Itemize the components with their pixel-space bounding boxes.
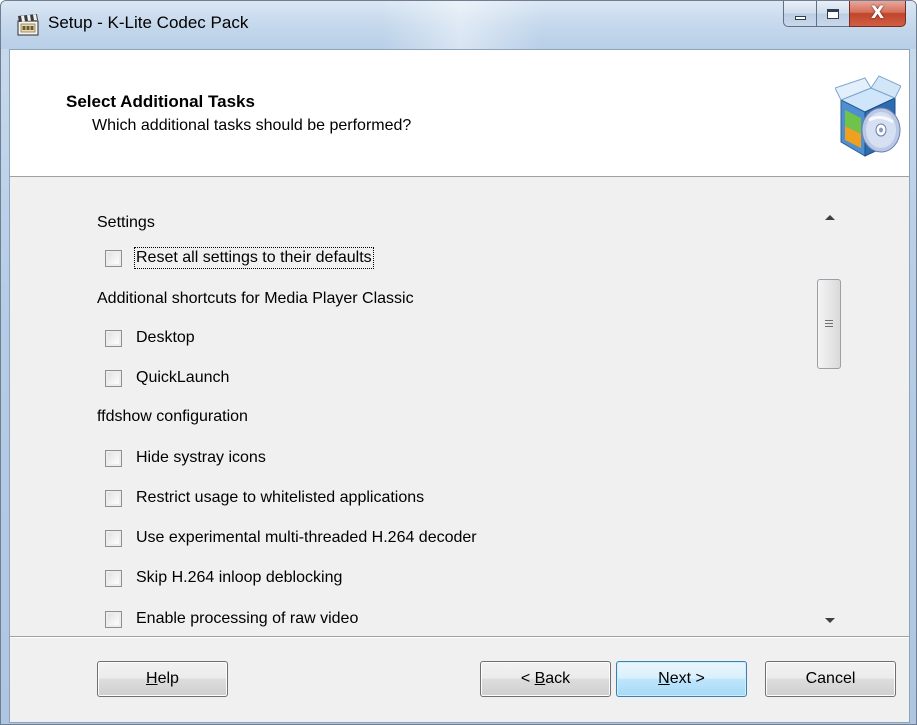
- scroll-up-button[interactable]: [813, 204, 846, 230]
- additional-tasks-list[interactable]: Settings Reset all settings to their def…: [86, 196, 857, 639]
- wizard-header: Select Additional Tasks Which additional…: [10, 50, 909, 177]
- back-label: ack: [545, 670, 571, 687]
- arrow-down-icon: [824, 617, 835, 623]
- task-restrict-whitelist[interactable]: Restrict usage to whitelisted applicatio…: [105, 485, 424, 511]
- minimize-icon: [794, 15, 806, 20]
- installer-box-cd-icon: [835, 75, 901, 157]
- task-label: Reset all settings to their defaults: [134, 247, 374, 269]
- group-label-ffdshow: ffdshow configuration: [97, 408, 248, 425]
- task-label: Hide systray icons: [136, 449, 266, 466]
- next-mnemonic: N: [658, 670, 670, 687]
- maximize-button[interactable]: [816, 1, 849, 27]
- next-label: ext >: [669, 670, 705, 687]
- caption-buttons: X: [783, 1, 906, 27]
- window-title: Setup - K-Lite Codec Pack: [48, 13, 249, 32]
- checkbox-restrict-whitelist[interactable]: [105, 489, 122, 507]
- task-label: Skip H.264 inloop deblocking: [136, 569, 343, 586]
- checkbox-desktop[interactable]: [105, 329, 122, 347]
- close-button[interactable]: X: [849, 1, 906, 27]
- group-label-shortcuts: Additional shortcuts for Media Player Cl…: [97, 290, 414, 307]
- page-subtitle: Which additional tasks should be perform…: [92, 117, 412, 134]
- grip-icon: [825, 319, 833, 329]
- footer-divider: [10, 636, 909, 638]
- cancel-button[interactable]: Cancel: [765, 661, 896, 697]
- checkbox-reset-settings[interactable]: [105, 249, 122, 267]
- help-label: elp: [157, 670, 179, 687]
- minimize-button[interactable]: [783, 1, 816, 27]
- checkbox-hide-systray[interactable]: [105, 449, 122, 467]
- task-label: Enable processing of raw video: [136, 610, 359, 627]
- scroll-down-button[interactable]: [813, 607, 846, 633]
- maximize-icon: [827, 8, 839, 19]
- checkbox-multithreaded-h264[interactable]: [105, 529, 122, 547]
- arrow-up-icon: [824, 214, 835, 220]
- task-skip-deblocking[interactable]: Skip H.264 inloop deblocking: [105, 565, 342, 591]
- scroll-thumb[interactable]: [817, 279, 841, 369]
- back-mnemonic: B: [534, 670, 546, 687]
- title-bar[interactable]: Setup - K-Lite Codec Pack X: [1, 1, 916, 49]
- close-icon: X: [870, 3, 885, 23]
- task-quicklaunch-shortcut[interactable]: QuickLaunch: [105, 365, 229, 391]
- next-button[interactable]: Next >: [616, 661, 747, 697]
- wizard-client-area: Select Additional Tasks Which additional…: [9, 49, 910, 723]
- back-button[interactable]: < Back: [480, 661, 611, 697]
- checkbox-raw-video[interactable]: [105, 610, 122, 628]
- task-multithreaded-h264[interactable]: Use experimental multi-threaded H.264 de…: [105, 525, 477, 551]
- help-mnemonic: H: [146, 670, 158, 687]
- task-desktop-shortcut[interactable]: Desktop: [105, 325, 195, 351]
- task-hide-systray[interactable]: Hide systray icons: [105, 445, 266, 471]
- checkbox-skip-deblocking[interactable]: [105, 569, 122, 587]
- setup-window: Setup - K-Lite Codec Pack X Select Addit…: [0, 0, 917, 725]
- task-label: Restrict usage to whitelisted applicatio…: [136, 489, 425, 506]
- vertical-scrollbar[interactable]: [813, 196, 846, 639]
- page-title: Select Additional Tasks: [66, 92, 255, 111]
- help-button[interactable]: Help: [97, 661, 228, 697]
- group-label-settings: Settings: [97, 214, 155, 231]
- clapperboard-app-icon[interactable]: [17, 14, 39, 36]
- task-raw-video[interactable]: Enable processing of raw video: [105, 606, 358, 632]
- task-reset-settings[interactable]: Reset all settings to their defaults: [105, 245, 374, 271]
- checkbox-quicklaunch[interactable]: [105, 369, 122, 387]
- task-label: Use experimental multi-threaded H.264 de…: [136, 529, 477, 546]
- task-label: Desktop: [136, 329, 195, 346]
- task-label: QuickLaunch: [136, 369, 230, 386]
- back-prefix: <: [520, 670, 535, 687]
